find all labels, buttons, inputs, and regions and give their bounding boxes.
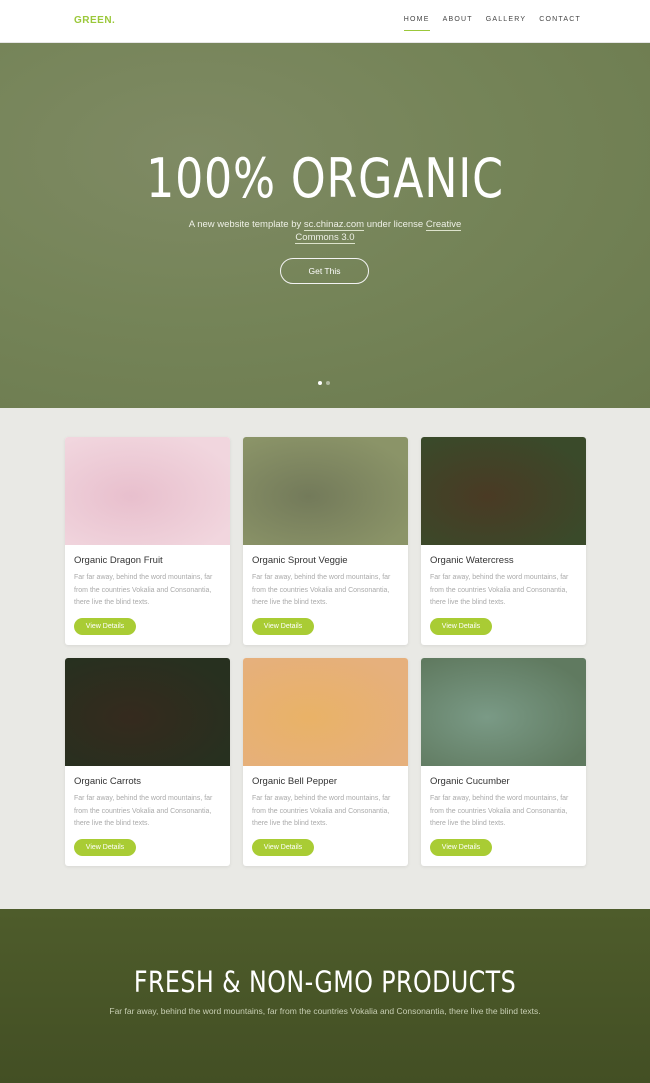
- product-card: Organic Cucumber Far far away, behind th…: [421, 658, 586, 866]
- view-details-button[interactable]: View Details: [252, 618, 314, 635]
- product-description: Far far away, behind the word mountains,…: [430, 574, 569, 606]
- product-title: Organic Bell Pepper: [252, 776, 338, 787]
- product-description: Far far away, behind the word mountains,…: [74, 574, 213, 606]
- product-title: Organic Dragon Fruit: [74, 555, 163, 566]
- slider-dot-1[interactable]: [318, 381, 322, 385]
- main-menu: HOME ABOUT GALLERY CONTACT: [403, 16, 581, 31]
- product-image[interactable]: [243, 658, 408, 766]
- product-title: Organic Cucumber: [430, 776, 510, 787]
- nav-item-about[interactable]: ABOUT: [443, 16, 473, 31]
- hero-subtitle-text: A new website template by: [188, 219, 304, 230]
- product-card: Organic Dragon Fruit Far far away, behin…: [65, 437, 230, 645]
- product-image[interactable]: [65, 437, 230, 545]
- product-image[interactable]: [65, 658, 230, 766]
- hero-title: 100% ORGANIC: [146, 147, 504, 210]
- product-card: Organic Carrots Far far away, behind the…: [65, 658, 230, 866]
- hero-subtitle: A new website template by sc.chinaz.com …: [175, 218, 475, 244]
- nav-item-gallery[interactable]: GALLERY: [486, 16, 527, 31]
- product-title: Organic Carrots: [74, 776, 142, 787]
- promo-subtitle: Far far away, behind the word mountains,…: [109, 1006, 541, 1016]
- source-link[interactable]: sc.chinaz.com: [303, 219, 365, 231]
- products-section: Organic Dragon Fruit Far far away, behin…: [0, 408, 650, 909]
- promo-band: FRESH & NON-GMO PRODUCTS Far far away, b…: [0, 909, 650, 1083]
- view-details-button[interactable]: View Details: [74, 618, 136, 635]
- product-description: Far far away, behind the word mountains,…: [252, 574, 391, 606]
- product-image[interactable]: [243, 437, 408, 545]
- hero-subtitle-text-mid: under license: [364, 219, 426, 230]
- view-details-button[interactable]: View Details: [430, 839, 492, 856]
- product-title: Organic Sprout Veggie: [252, 555, 348, 566]
- nav-item-contact[interactable]: CONTACT: [539, 16, 581, 31]
- product-description: Far far away, behind the word mountains,…: [430, 795, 569, 827]
- view-details-button[interactable]: View Details: [252, 839, 314, 856]
- view-details-button[interactable]: View Details: [74, 839, 136, 856]
- product-card: Organic Bell Pepper Far far away, behind…: [243, 658, 408, 866]
- nav-item-home[interactable]: HOME: [403, 16, 430, 31]
- product-description: Far far away, behind the word mountains,…: [74, 795, 213, 827]
- get-this-button[interactable]: Get This: [280, 258, 369, 284]
- top-navbar: GREEN. HOME ABOUT GALLERY CONTACT: [0, 0, 650, 43]
- promo-title: FRESH & NON-GMO PRODUCTS: [133, 965, 517, 999]
- view-details-button[interactable]: View Details: [430, 618, 492, 635]
- slider-dot-2[interactable]: [326, 381, 330, 385]
- product-title: Organic Watercress: [430, 555, 514, 566]
- product-card: Organic Watercress Far far away, behind …: [421, 437, 586, 645]
- brand-logo[interactable]: GREEN.: [74, 15, 115, 26]
- product-image[interactable]: [421, 658, 586, 766]
- product-image[interactable]: [421, 437, 586, 545]
- product-description: Far far away, behind the word mountains,…: [252, 795, 391, 827]
- product-card: Organic Sprout Veggie Far far away, behi…: [243, 437, 408, 645]
- slider-dots: [318, 381, 330, 385]
- hero-section: 100% ORGANIC A new website template by s…: [0, 43, 650, 408]
